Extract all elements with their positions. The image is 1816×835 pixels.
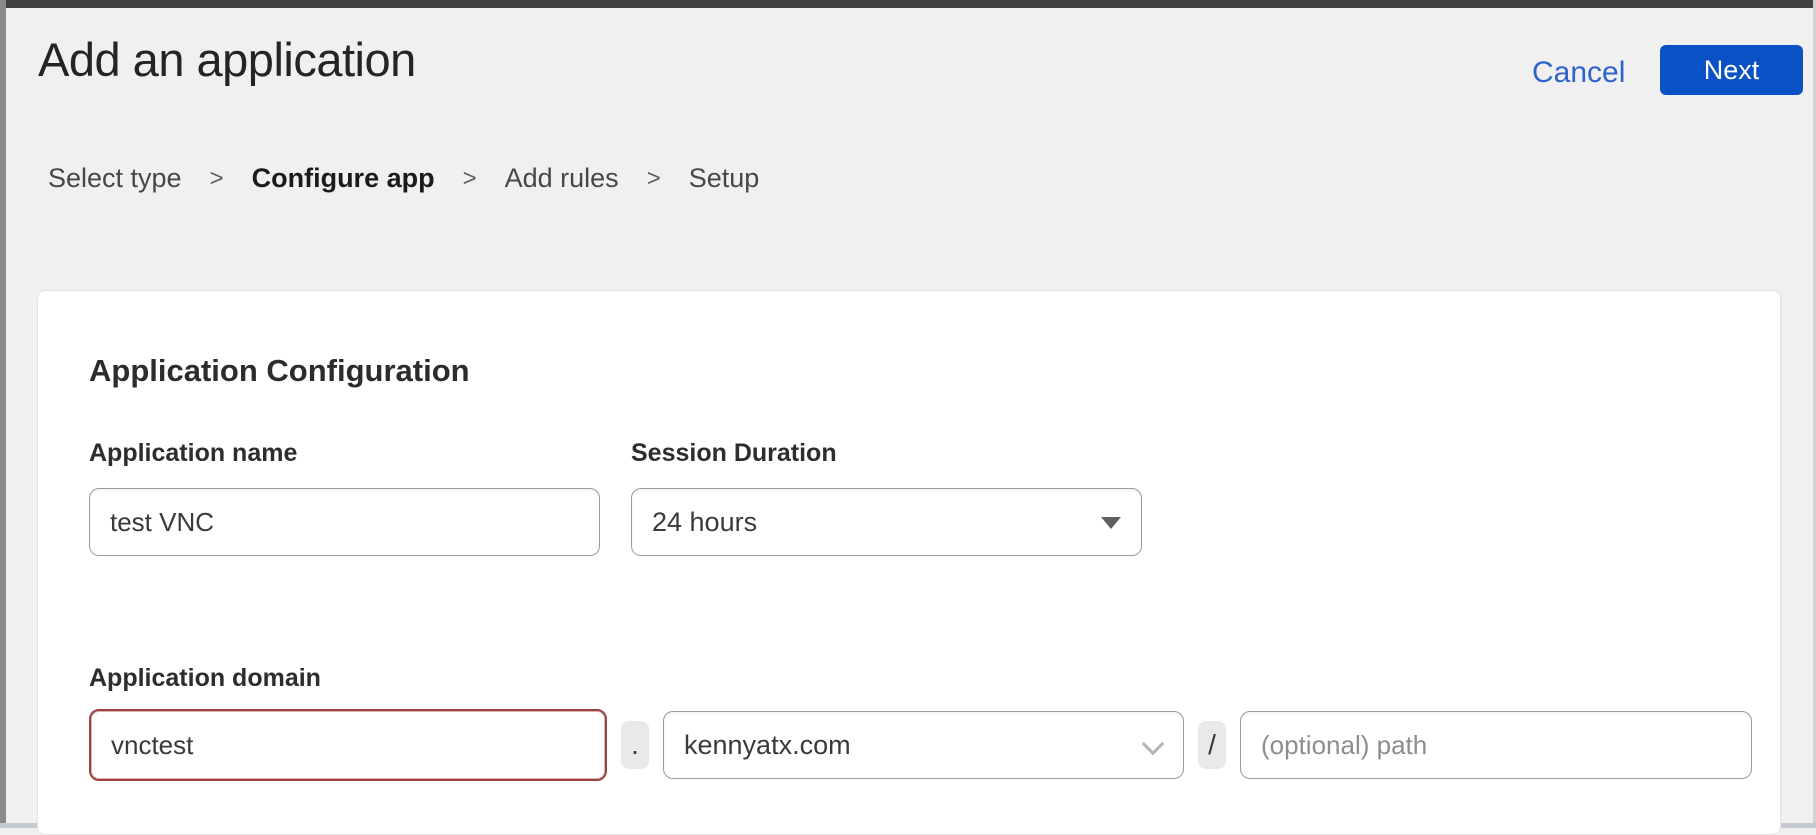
domain-select[interactable]: kennyatx.com bbox=[663, 711, 1184, 779]
breadcrumb: Select type > Configure app > Add rules … bbox=[48, 163, 759, 194]
cancel-button[interactable]: Cancel bbox=[1532, 56, 1625, 90]
path-input[interactable] bbox=[1240, 711, 1752, 779]
breadcrumb-step-configure-app[interactable]: Configure app bbox=[252, 163, 435, 194]
session-duration-select[interactable]: 24 hours bbox=[631, 488, 1142, 556]
application-name-label: Application name bbox=[89, 439, 600, 468]
breadcrumb-step-select-type[interactable]: Select type bbox=[48, 163, 182, 194]
session-duration-label: Session Duration bbox=[631, 439, 1142, 468]
subdomain-input[interactable] bbox=[89, 709, 607, 781]
chevron-down-icon bbox=[1142, 733, 1165, 756]
session-duration-value: 24 hours bbox=[652, 507, 757, 538]
breadcrumb-separator-icon: > bbox=[463, 165, 477, 193]
application-domain-label: Application domain bbox=[89, 664, 1780, 693]
next-button[interactable]: Next bbox=[1660, 45, 1803, 95]
breadcrumb-separator-icon: > bbox=[647, 165, 661, 193]
window-frame-left bbox=[0, 0, 6, 828]
breadcrumb-separator-icon: > bbox=[210, 165, 224, 193]
window-frame-top bbox=[0, 0, 1816, 8]
application-configuration-card: Application Configuration Application na… bbox=[37, 290, 1781, 835]
page-title: Add an application bbox=[38, 32, 416, 87]
application-name-input[interactable] bbox=[89, 488, 600, 556]
triangle-down-icon bbox=[1101, 517, 1121, 529]
breadcrumb-step-add-rules[interactable]: Add rules bbox=[505, 163, 619, 194]
card-heading: Application Configuration bbox=[89, 353, 1780, 389]
dot-separator: . bbox=[621, 721, 649, 769]
domain-select-value: kennyatx.com bbox=[684, 730, 851, 761]
breadcrumb-step-setup[interactable]: Setup bbox=[689, 163, 760, 194]
slash-separator: / bbox=[1198, 721, 1226, 769]
